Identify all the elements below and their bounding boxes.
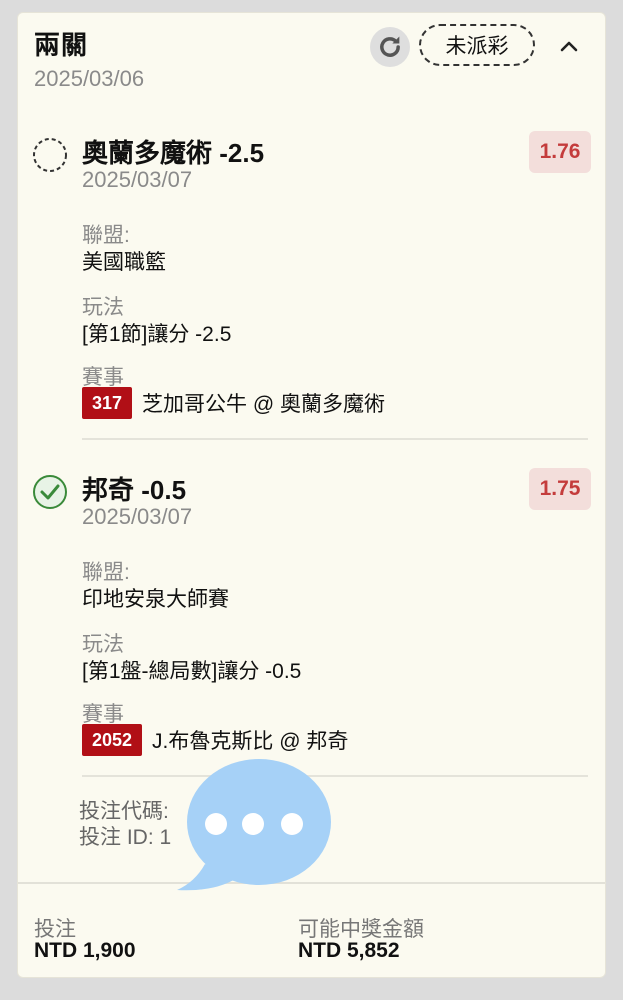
market-value: [第1盤-總局數]讓分 -0.5 [82,660,302,683]
event-row[interactable]: 317 芝加哥公牛 @ 奧蘭多魔術 [82,387,385,419]
league-label: 聯盟: [82,561,130,584]
chevron-up-icon [560,41,578,52]
stake-amount: NTD 1,900 [34,939,136,962]
refresh-icon [380,36,400,57]
league-value: 印地安泉大師賽 [82,588,229,611]
event-name: J.布魯克斯比 @ 邦奇 [152,730,349,753]
event-id-badge: 317 [82,387,133,419]
bet-type-title: 兩關 [34,30,89,60]
selection-date: 2025/03/07 [82,504,193,529]
selection-date: 2025/03/07 [82,167,193,192]
league-label: 聯盟: [82,224,130,247]
bet-date: 2025/03/06 [34,66,145,91]
event-name: 芝加哥公牛 @ 奧蘭多魔術 [142,393,386,416]
payout-amount: NTD 5,852 [298,939,400,962]
chat-bubble-icon[interactable] [175,752,335,897]
refresh-button[interactable] [370,27,410,67]
divider [82,775,588,777]
selection-name: 邦奇 -0.5 [82,475,187,505]
market-label: 玩法 [82,633,124,656]
bet-code: 投注代碼: [79,800,169,823]
collapse-button[interactable] [554,31,584,61]
market-value: [第1節]讓分 -2.5 [82,323,232,346]
selection-name: 奧蘭多魔術 -2.5 [82,138,265,168]
divider [82,438,588,440]
check-circle-icon [33,475,67,509]
market-label: 玩法 [82,296,124,319]
bet-codes: 投注代碼: 投注 ID: 1 [79,799,171,851]
event-id-badge: 2052 [82,724,143,756]
league-value: 美國職籃 [82,251,166,274]
status-badge: 未派彩 [419,24,535,66]
bet-id: 投注 ID: 1 [79,826,172,849]
odds-badge: 1.76 [529,131,591,173]
odds-badge: 1.75 [529,468,591,510]
bet-header: 兩關 2025/03/06 [34,25,144,92]
pending-circle-icon [33,138,67,172]
